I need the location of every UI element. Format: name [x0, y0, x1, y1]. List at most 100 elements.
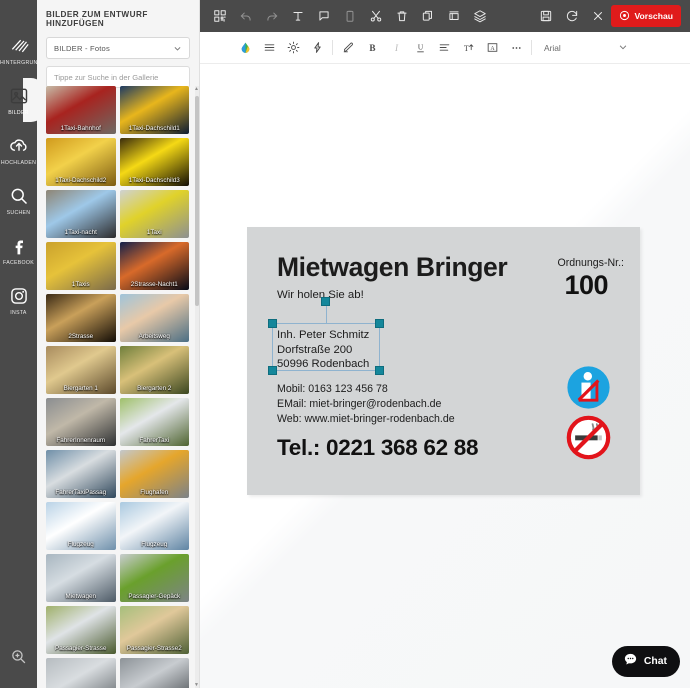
gallery-thumbnail[interactable]: Passagier-Gepäck [119, 554, 189, 602]
sidebar-item-suchen[interactable]: SUCHEN [0, 176, 37, 224]
design-canvas[interactable]: Mietwagen Bringer Wir holen Sie ab! Ordn… [200, 64, 690, 688]
thumbnail-label: 1Taxi-nacht [64, 229, 97, 236]
gallery-thumbnail[interactable]: 1Taxi-Bahnhof [46, 86, 116, 134]
order-number-value[interactable]: 100 [564, 270, 608, 301]
gallery-thumbnail[interactable]: FahrerInnenraum [46, 398, 116, 446]
gallery-thumbnail[interactable]: 1Taxi-Dachschild1 [119, 86, 189, 134]
gallery-scrollbar-thumb[interactable] [195, 96, 199, 306]
duplicate-icon[interactable] [415, 0, 441, 32]
gallery-thumbnail[interactable]: FahrerTaxi [119, 398, 189, 446]
gallery-thumbnail[interactable]: Arbeitsweg [119, 294, 189, 342]
gallery-thumbnail[interactable]: Biergarten 2 [119, 346, 189, 394]
resize-handle-bottom-left[interactable] [268, 366, 277, 375]
no-smoking-icon[interactable] [566, 415, 611, 460]
business-name-text[interactable]: Mietwagen Bringer [277, 252, 508, 283]
gallery-thumbnail[interactable]: 1Taxi [119, 190, 189, 238]
shape-icon[interactable] [311, 0, 337, 32]
color-drop-icon[interactable] [233, 32, 257, 64]
font-size-icon[interactable]: T [456, 32, 480, 64]
gallery-thumbnail[interactable]: 1Taxi-Dachschild3 [119, 138, 189, 186]
gallery-thumbnail[interactable]: FahrerTaxiPassag [46, 450, 116, 498]
thumbnail-label: Passagier-Strasse [55, 645, 107, 652]
svg-text:I: I [393, 43, 398, 53]
toolbar-right-group [533, 0, 611, 32]
gallery-thumbnail[interactable]: Flugzeug [119, 502, 189, 550]
resize-handle-bottom-right[interactable] [375, 366, 384, 375]
preview-button[interactable]: Vorschau [611, 5, 681, 27]
gallery-thumbnail[interactable]: Mietwagen [46, 554, 116, 602]
delete-icon[interactable] [389, 0, 415, 32]
thumbnail-label: Flugzeug [67, 541, 94, 548]
qr-code-icon[interactable] [207, 0, 233, 32]
italic-icon[interactable]: I [384, 32, 408, 64]
scroll-up-arrow[interactable]: ▲ [194, 86, 199, 92]
pencil-icon[interactable] [336, 32, 360, 64]
rotation-stem [326, 302, 327, 324]
sidebar-item-label: SUCHEN [6, 209, 31, 216]
gallery-thumbnail[interactable]: 1Taxi-Dachschild2 [46, 138, 116, 186]
paste-icon[interactable] [337, 0, 363, 32]
underline-icon[interactable]: U [408, 32, 432, 64]
thumbnail-label: Flughafen [140, 489, 169, 496]
bold-icon[interactable]: B [360, 32, 384, 64]
business-card-design[interactable]: Mietwagen Bringer Wir holen Sie ab! Ordn… [247, 227, 640, 495]
text-align-icon[interactable] [432, 32, 456, 64]
gallery-thumbnail[interactable]: Passagier-Strasse [46, 606, 116, 654]
gallery-thumbnail[interactable] [46, 658, 116, 688]
gallery-thumbnail[interactable]: Biergarten 1 [46, 346, 116, 394]
gallery-thumbnail[interactable]: Flughafen [119, 450, 189, 498]
tagline-text[interactable]: Wir holen Sie ab! [277, 289, 364, 301]
thumbnail-label: Biergarten 1 [63, 385, 98, 392]
effects-icon[interactable] [305, 32, 329, 64]
close-icon[interactable] [585, 0, 611, 32]
gallery-thumbnail[interactable]: Flugzeug [46, 502, 116, 550]
toolbar-left-group [207, 0, 493, 32]
sidebar-item-bilder[interactable]: BILDER [0, 76, 45, 124]
brightness-icon[interactable] [281, 32, 305, 64]
font-family-select[interactable]: Arial [544, 43, 618, 53]
sidebar-item-label: HINTERGRUND [0, 59, 37, 66]
thumbnail-label: 1Taxi [146, 229, 162, 236]
sidebar-item-label: HOCHLADEN [0, 159, 37, 166]
lines-icon[interactable] [257, 32, 281, 64]
svg-text:B: B [369, 43, 375, 53]
gallery-thumbnail[interactable]: 2Strasse-Nacht1 [119, 242, 189, 290]
image-category-select[interactable]: BILDER - Fotos [46, 37, 190, 59]
sidebar-item-label: FACEBOOK [3, 259, 34, 266]
align-icon[interactable] [441, 0, 467, 32]
more-options-icon[interactable] [504, 32, 528, 64]
sidebar-item-label: BILDER [8, 109, 29, 116]
gallery-thumbnail[interactable]: 1Taxi-nacht [46, 190, 116, 238]
redo-icon[interactable] [259, 0, 285, 32]
zoom-in-button[interactable] [0, 648, 37, 670]
main-toolbar: Vorschau [200, 0, 690, 32]
seatbelt-icon[interactable] [566, 365, 611, 410]
gallery-thumbnail[interactable] [119, 658, 189, 688]
sidebar-item-insta[interactable]: INSTA [0, 276, 37, 324]
undo-icon[interactable] [233, 0, 259, 32]
scroll-down-arrow[interactable]: ▼ [194, 682, 199, 688]
address-text-block[interactable]: Inh. Peter Schmitz Dorfstraße 200 50996 Ro… [277, 328, 369, 372]
resize-handle-top-right[interactable] [375, 319, 384, 328]
chat-button[interactable]: Chat [611, 646, 680, 677]
thumbnail-label: Biergarten 2 [137, 385, 172, 392]
gallery-thumbnail[interactable]: 1Taxis [46, 242, 116, 290]
sidebar-item-facebook[interactable]: FACEBOOK [0, 226, 37, 274]
font-dropdown-chevron-icon[interactable] [618, 39, 630, 57]
cut-icon[interactable] [363, 0, 389, 32]
gallery-thumbnail[interactable]: Passagier-Strasse2 [119, 606, 189, 654]
refresh-icon[interactable] [559, 0, 585, 32]
gallery-search-input[interactable]: Tippe zur Suche in der Gallerie [46, 66, 190, 88]
save-icon[interactable] [533, 0, 559, 32]
resize-handle-top-left[interactable] [268, 319, 277, 328]
text-box-icon[interactable]: A [480, 32, 504, 64]
text-icon[interactable] [285, 0, 311, 32]
phone-text[interactable]: Tel.: 0221 368 62 88 [277, 435, 479, 461]
sidebar-item-hintergrund[interactable]: HINTERGRUND [0, 26, 37, 74]
thumbnail-label: Flugzeug [141, 541, 168, 548]
layers-icon[interactable] [467, 0, 493, 32]
image-gallery[interactable]: 1Taxi-Bahnhof 1Taxi-Dachschild1 1Taxi-Dach… [46, 86, 194, 688]
sidebar-item-hochladen[interactable]: HOCHLADEN [0, 126, 37, 174]
gallery-thumbnail[interactable]: 2Strasse [46, 294, 116, 342]
contact-text-block[interactable]: Mobil: 0163 123 456 78 EMail: miet-bringe… [277, 382, 455, 426]
